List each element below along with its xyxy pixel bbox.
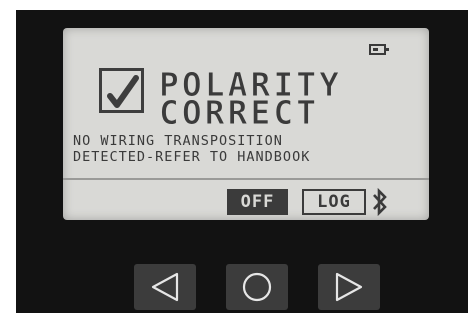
right-button[interactable]: [318, 264, 380, 310]
screen-divider: [63, 178, 429, 180]
select-button[interactable]: [226, 264, 288, 310]
battery-icon: [369, 44, 389, 55]
right-arrow-icon: [335, 272, 363, 302]
message-line-2: DETECTED-REFER TO HANDBOOK: [73, 149, 311, 165]
device-body: POLARITY CORRECT NO WIRING TRANSPOSITION…: [16, 10, 468, 313]
circle-icon: [242, 272, 272, 302]
log-button[interactable]: LOG: [302, 189, 366, 215]
checkmark-icon: [99, 68, 144, 113]
message-line-1: NO WIRING TRANSPOSITION: [73, 133, 283, 149]
title-line-2: CORRECT: [158, 93, 320, 132]
left-button[interactable]: [134, 264, 196, 310]
lcd-screen: POLARITY CORRECT NO WIRING TRANSPOSITION…: [63, 28, 429, 220]
bluetooth-icon: [373, 187, 387, 217]
off-button[interactable]: OFF: [227, 189, 288, 215]
left-arrow-icon: [151, 272, 179, 302]
